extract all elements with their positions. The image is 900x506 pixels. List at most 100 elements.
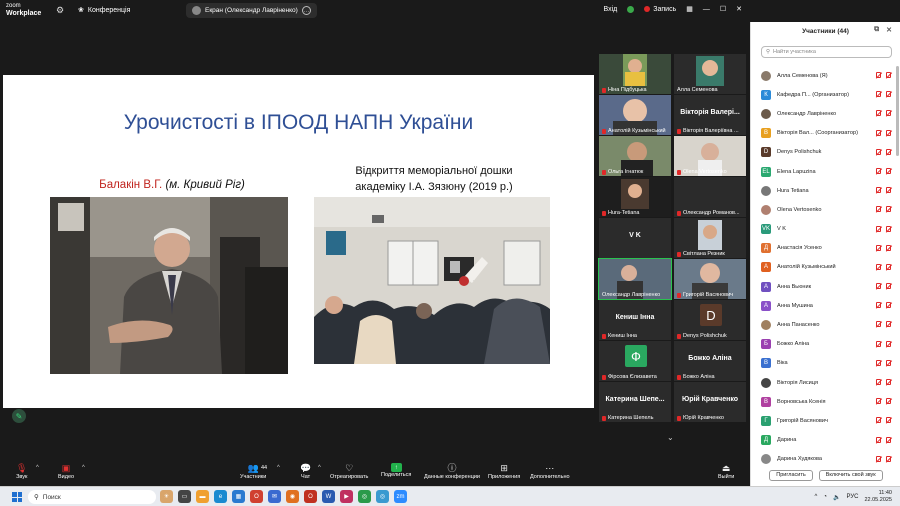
video-tile[interactable]: Olena Vertosenko <box>674 136 746 176</box>
video-tile[interactable]: Ніна Підбуцька <box>599 54 671 94</box>
taskbar-search[interactable]: ⚲ Поиск <box>28 490 156 504</box>
file-explorer-icon[interactable]: ▬ <box>196 490 209 503</box>
top-bar: zoom Workplace ⚙ ❀ Конференція Екран (Ол… <box>0 0 750 22</box>
video-tile[interactable]: Юрій Кравченко Юрій Кравченко <box>674 382 746 422</box>
video-tile[interactable]: Нura-Tetiana <box>599 177 671 217</box>
more-icon[interactable]: … <box>301 6 311 15</box>
participant-row[interactable]: К Кафедра П... (Организатор) <box>751 85 900 104</box>
video-tile[interactable]: V K <box>599 218 671 258</box>
chrome-alt-icon[interactable]: ◎ <box>376 490 389 503</box>
video-tile[interactable]: Божко Аліна Божко Аліна <box>674 341 746 381</box>
annotate-icon[interactable]: ✎ <box>12 409 26 423</box>
participant-row[interactable]: Д Анастасія Усенко <box>751 239 900 258</box>
participant-name: Анна Вьюник <box>777 283 812 290</box>
participant-row[interactable]: Олександр Лавріненко <box>751 104 900 123</box>
settings-icon[interactable]: ⚙ <box>56 5 64 16</box>
participant-search-input[interactable]: ⚲ Найти участника <box>761 46 892 58</box>
zoom-app-icon[interactable]: zm <box>394 490 407 503</box>
login-button[interactable]: Вхід <box>604 6 618 13</box>
video-tile[interactable]: Кениш Інна Кениш Інна <box>599 300 671 340</box>
video-tile-active-speaker[interactable]: Олександр Лавріненко <box>598 258 672 300</box>
participant-row[interactable]: А Анна Мушина <box>751 296 900 315</box>
video-tile[interactable]: Вікторія Валері... Вікторія Валеріївна .… <box>674 95 746 135</box>
participant-name: Віка <box>777 360 788 367</box>
participant-name: Алла Семенова (Я) <box>777 72 828 79</box>
video-tile[interactable]: D Denys Polishchuk <box>674 300 746 340</box>
participant-avatar: В <box>761 128 771 139</box>
video-caret-icon[interactable]: ^ <box>82 465 85 471</box>
react-button[interactable]: ♡ Отреагировать <box>330 463 368 480</box>
apps-button[interactable]: ⊞ Приложения <box>488 463 520 480</box>
media-icon[interactable]: ▶ <box>340 490 353 503</box>
participant-row[interactable]: Нura Tetiana <box>751 181 900 200</box>
task-view-icon[interactable]: ▭ <box>178 490 191 503</box>
firefox-icon[interactable]: ◉ <box>286 490 299 503</box>
video-tile[interactable]: Світлана Резник <box>674 218 746 258</box>
more-button[interactable]: ⋯ Дополнительно <box>530 463 570 480</box>
participant-row[interactable]: Вікторія Лисиця <box>751 373 900 392</box>
chrome-icon[interactable]: ◎ <box>358 490 371 503</box>
windows-start-icon[interactable] <box>12 492 22 502</box>
chat-caret-icon[interactable]: ^ <box>318 465 321 471</box>
participant-row[interactable]: Б Божко Аліна <box>751 335 900 354</box>
exit-button[interactable]: ⏏ Выйти <box>718 463 734 480</box>
participant-row[interactable]: D Denys Polishchuk <box>751 143 900 162</box>
participant-name: Дарина Худякова <box>777 456 823 463</box>
maximize-icon[interactable]: ☐ <box>720 5 726 13</box>
heart-icon: ♡ <box>345 463 354 473</box>
video-tile[interactable]: Григорій Васянович <box>674 259 746 299</box>
clock[interactable]: 11:40 22.05.2025 <box>864 490 892 504</box>
participant-row[interactable]: В Віка <box>751 354 900 373</box>
video-tile[interactable]: Катерина Шепе... Катерина Шепель <box>599 382 671 422</box>
unmute-self-button[interactable]: Включить свой звук <box>818 469 883 481</box>
word-icon[interactable]: W <box>322 490 335 503</box>
participant-row[interactable]: EL Elena Lapuzina <box>751 162 900 181</box>
screen-share-pill[interactable]: Екран (Олександр Лавріненко) … <box>186 3 317 18</box>
participant-row[interactable]: А Анна Вьюник <box>751 277 900 296</box>
wifi-icon[interactable]: ◔ <box>823 494 827 500</box>
participant-row[interactable]: Д Дарина <box>751 431 900 450</box>
invite-button[interactable]: Пригласить <box>769 469 813 481</box>
grid-icon[interactable]: ▦ <box>686 5 693 13</box>
video-tile[interactable]: Ф Фірсова Єлизавета <box>599 341 671 381</box>
close-icon[interactable]: ✕ <box>736 5 742 13</box>
audio-caret-icon[interactable]: ^ <box>36 465 39 471</box>
minimize-icon[interactable]: — <box>703 6 710 13</box>
speaker-icon[interactable]: 🔈 <box>833 494 840 501</box>
participants-caret-icon[interactable]: ^ <box>277 465 280 471</box>
participant-row[interactable]: Алла Семенова (Я) <box>751 66 900 85</box>
close-panel-icon[interactable]: ✕ <box>886 26 892 34</box>
participant-row[interactable]: Olena Vertosenko <box>751 200 900 219</box>
participant-row[interactable]: В Ворновська Ксенія <box>751 392 900 411</box>
video-tile[interactable]: Алла Семенова <box>674 54 746 94</box>
mail-icon[interactable]: ✉ <box>268 490 281 503</box>
store-icon[interactable]: ▦ <box>232 490 245 503</box>
edge-icon[interactable]: e <box>214 490 227 503</box>
popout-icon[interactable]: ⧉ <box>874 26 879 34</box>
widget-icon[interactable]: ☀ <box>160 490 173 503</box>
video-tile[interactable]: Анатолій Кузьмінський <box>599 95 671 135</box>
tray-chevron-icon[interactable]: ^ <box>815 494 818 500</box>
chevron-down-icon[interactable]: ⌄ <box>667 433 674 442</box>
participant-row[interactable]: Анна Панасенко <box>751 315 900 334</box>
participant-status <box>876 283 891 290</box>
office-icon[interactable]: O <box>250 490 263 503</box>
panel-scrollbar[interactable] <box>896 66 899 156</box>
video-tile[interactable]: Олександр Романов... <box>674 177 746 217</box>
participant-avatar: В <box>761 396 771 407</box>
record-indicator[interactable]: Запись <box>644 6 676 13</box>
video-button[interactable]: ▣ Видео <box>58 463 74 480</box>
share-button[interactable]: ↑ Поделиться <box>381 463 411 478</box>
language-indicator[interactable]: РУС <box>846 494 858 500</box>
participant-row[interactable]: В Вікторія Вал... (Соорганизатор) <box>751 124 900 143</box>
participant-row[interactable]: А Анатолій Кузьмінський <box>751 258 900 277</box>
audio-button[interactable]: 🎙 Звук <box>16 463 27 480</box>
shield-icon[interactable] <box>627 5 635 13</box>
conference-button[interactable]: ❀ Конференція <box>78 6 130 15</box>
video-tile[interactable]: Ольга Ігнатюк <box>599 136 671 176</box>
participant-row[interactable]: Г Григорій Васянович <box>751 411 900 430</box>
meeting-info-button[interactable]: ⓘ Данные конференции <box>424 463 480 480</box>
chat-button[interactable]: 💬 Чат <box>300 463 311 480</box>
participant-row[interactable]: VK V K <box>751 220 900 239</box>
opera-icon[interactable]: O <box>304 490 317 503</box>
